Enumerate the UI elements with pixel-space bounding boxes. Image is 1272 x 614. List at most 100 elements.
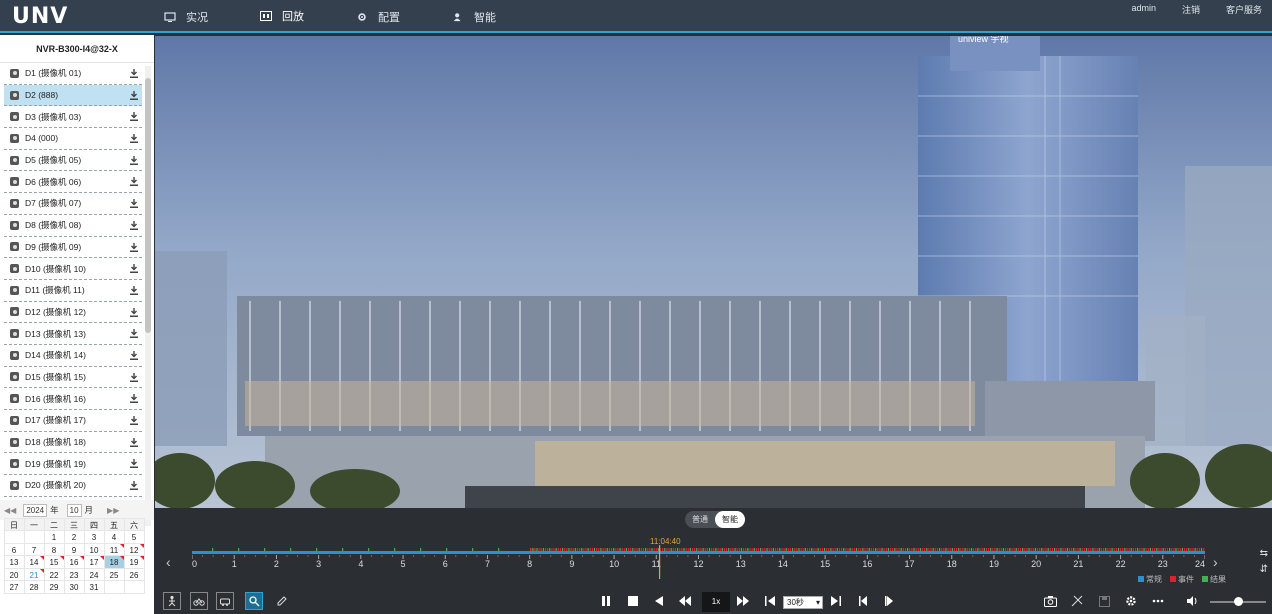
person-filter-icon[interactable] <box>163 592 181 610</box>
calendar-day[interactable]: 10 <box>83 542 105 556</box>
download-icon[interactable] <box>130 437 138 447</box>
calendar-day[interactable]: 22 <box>43 567 65 581</box>
next-frame-icon[interactable] <box>881 592 899 610</box>
calendar-day[interactable]: 8 <box>43 542 65 556</box>
calendar-day[interactable]: 25 <box>103 567 125 581</box>
skip-back-icon[interactable] <box>761 592 779 610</box>
calendar-day[interactable]: 7 <box>23 542 45 556</box>
year-select[interactable]: 2024 <box>23 503 48 517</box>
calendar-day[interactable]: 2 <box>63 530 85 544</box>
calendar-day[interactable]: 13 <box>3 555 25 569</box>
download-icon[interactable] <box>130 329 138 339</box>
calendar-day[interactable]: 30 <box>63 580 85 594</box>
download-icon[interactable] <box>130 264 138 274</box>
download-icon[interactable] <box>130 372 138 382</box>
next-month-icon[interactable]: ▶▶ <box>107 506 119 515</box>
camera-item[interactable]: D10 (摄像机 10) <box>4 258 142 280</box>
download-icon[interactable] <box>130 285 138 295</box>
calendar-day[interactable]: 1 <box>43 530 65 544</box>
calendar-day[interactable]: 21 <box>23 567 45 581</box>
download-icon[interactable] <box>130 220 138 230</box>
calendar-day[interactable]: 16 <box>63 555 85 569</box>
camera-item[interactable]: D14 (摄像机 14) <box>4 345 142 367</box>
calendar-day[interactable]: 15 <box>43 555 65 569</box>
calendar-day[interactable]: 31 <box>83 580 105 594</box>
stop-icon[interactable] <box>624 592 642 610</box>
calendar-day[interactable]: 28 <box>23 580 45 594</box>
video-view[interactable]: uniview 宇视 <box>155 36 1272 508</box>
download-icon[interactable] <box>130 90 138 100</box>
camera-item[interactable]: D6 (摄像机 06) <box>4 171 142 194</box>
zoom-out-icon[interactable]: ⇵ <box>1260 562 1268 578</box>
camera-item[interactable]: D11 (摄像机 11) <box>4 280 142 302</box>
save-icon[interactable] <box>1095 592 1113 610</box>
speed-up-icon[interactable] <box>734 592 752 610</box>
calendar-day[interactable]: 3 <box>83 530 105 544</box>
snapshot-icon[interactable] <box>1041 592 1059 610</box>
download-icon[interactable] <box>130 199 138 209</box>
camera-item[interactable]: D19 (摄像机 19) <box>4 453 142 476</box>
camera-item[interactable]: D9 (摄像机 09) <box>4 237 142 259</box>
calendar-day[interactable]: 24 <box>83 567 105 581</box>
calendar-day[interactable]: 12 <box>123 542 145 556</box>
camera-item[interactable]: D15 (摄像机 15) <box>4 367 142 389</box>
camera-list-scrollbar[interactable] <box>145 66 151 526</box>
volume-icon[interactable] <box>1183 592 1201 610</box>
username[interactable]: admin <box>1131 3 1156 16</box>
calendar-day[interactable]: 23 <box>63 567 85 581</box>
camera-item[interactable]: D12 (摄像机 12) <box>4 302 142 324</box>
calendar-day[interactable]: 27 <box>3 580 25 594</box>
mode-normal[interactable]: 普通 <box>685 511 715 528</box>
camera-item[interactable]: D2 (888) <box>4 84 142 107</box>
calendar-day[interactable]: 26 <box>123 567 145 581</box>
camera-item[interactable]: D17 (摄像机 17) <box>4 410 142 432</box>
download-icon[interactable] <box>130 134 138 144</box>
download-icon[interactable] <box>130 69 138 78</box>
timeline[interactable]: 0 1 2 3 4 5 6 7 8 9 10 11 12 13 14 15 16 17 18 19 20 21 22 23 24 <box>192 545 1205 579</box>
logout-link[interactable]: 注销 <box>1182 3 1200 16</box>
calendar-day[interactable]: 20 <box>3 567 25 581</box>
skip-forward-icon[interactable] <box>827 592 845 610</box>
download-icon[interactable] <box>130 350 138 360</box>
camera-item[interactable]: D18 (摄像机 18) <box>4 432 142 454</box>
nav-smart[interactable]: 智能 <box>426 0 522 33</box>
download-icon[interactable] <box>130 155 138 165</box>
service-link[interactable]: 客户服务 <box>1226 3 1262 16</box>
calendar-day[interactable]: 6 <box>3 542 25 556</box>
nav-playback[interactable]: 回放 <box>234 0 330 33</box>
prev-year-icon[interactable]: ◀◀ <box>4 506 16 515</box>
calendar-day[interactable]: 14 <box>23 555 45 569</box>
calendar-day[interactable]: 4 <box>103 530 125 544</box>
bike-filter-icon[interactable] <box>190 592 208 610</box>
calendar-day[interactable]: 18 <box>103 555 125 569</box>
clip-icon[interactable] <box>1068 592 1086 610</box>
camera-item[interactable]: D4 (000) <box>4 128 142 150</box>
download-icon[interactable] <box>130 459 138 469</box>
download-icon[interactable] <box>130 394 138 404</box>
mode-smart[interactable]: 智能 <box>715 511 745 528</box>
edit-icon[interactable] <box>273 592 291 610</box>
camera-item[interactable]: D5 (摄像机 05) <box>4 150 142 172</box>
nav-config[interactable]: 配置 <box>330 0 426 33</box>
calendar-day[interactable]: 11 <box>103 542 125 556</box>
download-icon[interactable] <box>130 307 138 317</box>
month-select[interactable]: 10 <box>66 503 82 517</box>
download-icon[interactable] <box>130 481 138 491</box>
settings-icon[interactable] <box>1122 592 1140 610</box>
prev-frame-icon[interactable] <box>855 592 873 610</box>
camera-item[interactable]: D1 (摄像机 01) <box>4 63 142 85</box>
scroll-thumb[interactable] <box>145 78 151 333</box>
camera-item[interactable]: D13 (摄像机 13) <box>4 323 142 345</box>
smart-search-icon[interactable] <box>245 592 263 610</box>
reverse-play-icon[interactable] <box>650 592 668 610</box>
camera-item[interactable]: D16 (摄像机 16) <box>4 388 142 410</box>
camera-item[interactable]: D7 (摄像机 07) <box>4 193 142 215</box>
download-icon[interactable] <box>130 177 138 187</box>
nav-live[interactable]: 实况 <box>138 0 234 33</box>
interval-select[interactable]: 30秒 ▾ <box>783 596 823 609</box>
calendar-day[interactable]: 17 <box>83 555 105 569</box>
more-icon[interactable] <box>1149 592 1167 610</box>
pause-icon[interactable] <box>597 592 615 610</box>
camera-item[interactable]: D20 (摄像机 20) <box>4 475 142 497</box>
camera-item[interactable]: D3 (摄像机 03) <box>4 106 142 129</box>
